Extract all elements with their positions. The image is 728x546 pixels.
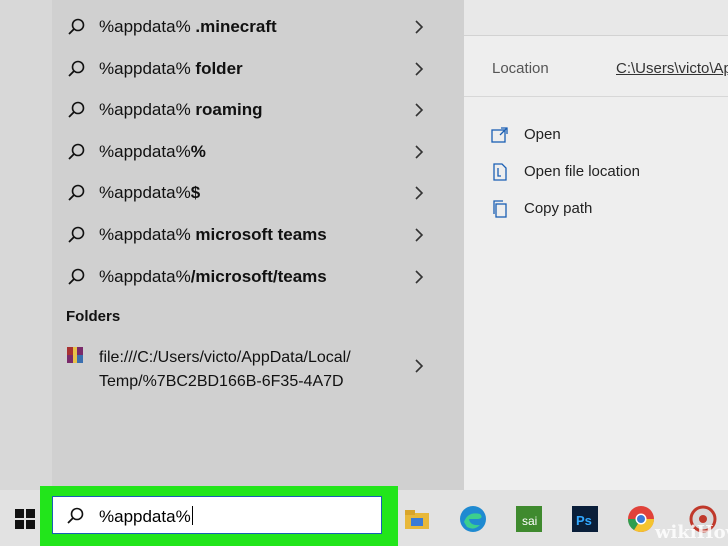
- suggestion-item[interactable]: %appdata%/microsoft/teams: [52, 258, 464, 296]
- svg-text:sai: sai: [522, 514, 537, 528]
- location-label: Location: [492, 60, 549, 77]
- text-caret: [191, 506, 194, 525]
- open-icon: [491, 127, 508, 143]
- search-icon: [68, 226, 85, 243]
- suggestion-label: %appdata% microsoft teams: [99, 225, 327, 244]
- edge-icon[interactable]: [458, 504, 488, 534]
- location-path-link[interactable]: C:\Users\victo\Ap: [616, 60, 728, 77]
- suggestion-label: %appdata%$: [99, 183, 201, 202]
- open-label: Open: [524, 126, 561, 143]
- svg-text:Ps: Ps: [576, 513, 592, 528]
- chevron-right-icon: [415, 103, 424, 117]
- search-icon: [68, 143, 85, 160]
- open-file-location-action[interactable]: Open file location: [490, 160, 710, 188]
- watermark: wikiHow: [655, 522, 728, 543]
- search-icon: [68, 101, 85, 118]
- details-panel: Location C:\Users\victo\Ap Open Open fil…: [464, 0, 728, 490]
- chevron-right-icon: [415, 270, 424, 284]
- suggestion-item[interactable]: %appdata% roaming: [52, 91, 464, 129]
- chevron-right-icon: [415, 228, 424, 242]
- windows-start-icon[interactable]: [14, 508, 36, 530]
- search-icon: [68, 268, 85, 285]
- copy-path-label: Copy path: [524, 200, 593, 217]
- file-location-icon: [493, 163, 507, 181]
- folder-result[interactable]: file:///C:/Users/victo/AppData/Local/ Te…: [52, 338, 464, 394]
- chevron-right-icon: [415, 62, 424, 76]
- open-file-location-label: Open file location: [524, 163, 640, 180]
- suggestion-label: %appdata% roaming: [99, 100, 263, 119]
- details-header: [464, 0, 728, 36]
- photoshop-icon[interactable]: Ps: [570, 504, 600, 534]
- suggestion-item[interactable]: %appdata% folder: [52, 50, 464, 88]
- suggestion-item[interactable]: %appdata% .minecraft: [52, 8, 464, 46]
- search-icon: [68, 60, 85, 77]
- chrome-icon[interactable]: [626, 504, 656, 534]
- suggestion-item[interactable]: %appdata%$: [52, 174, 464, 212]
- taskbar-search-input[interactable]: %appdata%: [52, 496, 382, 534]
- copy-icon: [493, 200, 507, 218]
- desktop-edge: [0, 0, 53, 490]
- copy-path-action[interactable]: Copy path: [490, 197, 710, 225]
- chevron-right-icon: [415, 145, 424, 159]
- search-icon: [68, 184, 85, 201]
- suggestion-label: %appdata%%: [99, 142, 206, 161]
- search-icon: [67, 507, 84, 524]
- open-action[interactable]: Open: [490, 123, 710, 151]
- search-icon: [68, 18, 85, 35]
- sai-icon[interactable]: sai: [514, 504, 544, 534]
- chevron-right-icon: [415, 186, 424, 200]
- suggestion-label: %appdata%/microsoft/teams: [99, 267, 327, 286]
- file-explorer-icon[interactable]: [402, 504, 432, 534]
- search-query: %appdata%: [99, 506, 194, 527]
- chevron-right-icon: [415, 359, 424, 373]
- chevron-right-icon: [415, 20, 424, 34]
- folders-heading: Folders: [66, 308, 121, 325]
- details-body: [464, 36, 728, 490]
- suggestion-item[interactable]: %appdata% microsoft teams: [52, 216, 464, 254]
- divider: [464, 96, 728, 97]
- suggestion-label: %appdata% folder: [99, 59, 243, 78]
- folder-path: file:///C:/Users/victo/AppData/Local/ Te…: [99, 349, 351, 390]
- suggestion-item[interactable]: %appdata%%: [52, 133, 464, 171]
- search-results-panel: %appdata% .minecraft %appdata% folder %a…: [52, 0, 464, 490]
- suggestion-label: %appdata% .minecraft: [99, 17, 277, 36]
- archive-app-icon: [67, 347, 83, 363]
